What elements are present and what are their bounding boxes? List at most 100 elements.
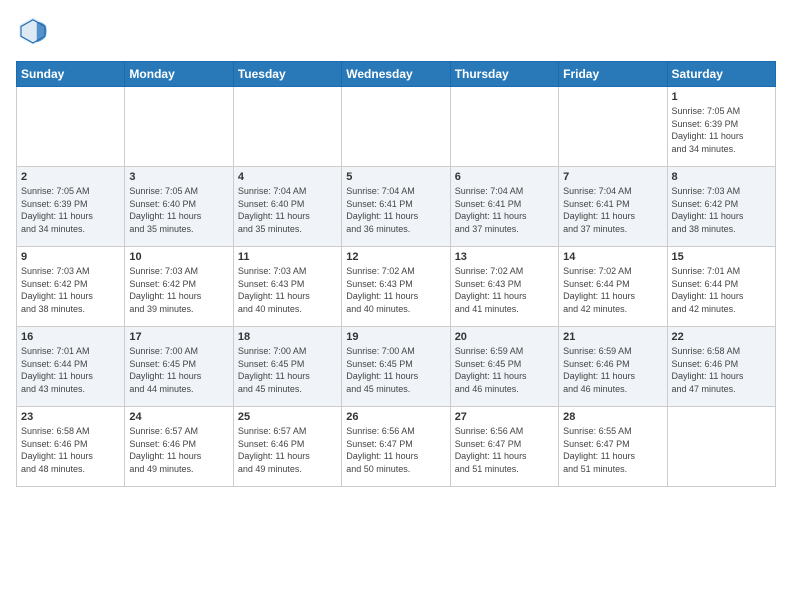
calendar-cell: 4 Sunrise: 7:04 AM Sunset: 6:40 PM Daylig…: [233, 167, 341, 247]
calendar-cell: 12 Sunrise: 7:02 AM Sunset: 6:43 PM Dayli…: [342, 247, 450, 327]
calendar-cell: 19 Sunrise: 7:00 AM Sunset: 6:45 PM Dayli…: [342, 327, 450, 407]
day-number: 16: [21, 331, 120, 343]
day-header-sunday: Sunday: [17, 62, 125, 87]
calendar-cell: 26 Sunrise: 6:56 AM Sunset: 6:47 PM Dayli…: [342, 407, 450, 487]
day-number: 5: [346, 171, 445, 183]
calendar-cell: 21 Sunrise: 6:59 AM Sunset: 6:46 PM Dayli…: [559, 327, 667, 407]
day-number: 6: [455, 171, 554, 183]
calendar-week-row: 9 Sunrise: 7:03 AM Sunset: 6:42 PM Daylig…: [17, 247, 776, 327]
calendar-cell: 1 Sunrise: 7:05 AM Sunset: 6:39 PM Daylig…: [667, 87, 775, 167]
calendar-cell: 17 Sunrise: 7:00 AM Sunset: 6:45 PM Dayli…: [125, 327, 233, 407]
calendar-cell: 10 Sunrise: 7:03 AM Sunset: 6:42 PM Dayli…: [125, 247, 233, 327]
day-number: 27: [455, 411, 554, 423]
day-header-friday: Friday: [559, 62, 667, 87]
calendar-cell: [17, 87, 125, 167]
calendar-cell: 3Sunrise: 7:05 AM Sunset: 6:40 PM Daylig…: [125, 167, 233, 247]
day-info: Sunrise: 7:04 AM Sunset: 6:41 PM Dayligh…: [346, 185, 445, 235]
calendar-cell: 9 Sunrise: 7:03 AM Sunset: 6:42 PM Daylig…: [17, 247, 125, 327]
calendar-cell: 25 Sunrise: 6:57 AM Sunset: 6:46 PM Dayli…: [233, 407, 341, 487]
calendar-week-row: 23 Sunrise: 6:58 AM Sunset: 6:46 PM Dayli…: [17, 407, 776, 487]
day-info: Sunrise: 7:00 AM Sunset: 6:45 PM Dayligh…: [238, 345, 337, 395]
day-number: 26: [346, 411, 445, 423]
day-info: Sunrise: 6:57 AM Sunset: 6:46 PM Dayligh…: [129, 425, 228, 475]
day-header-wednesday: Wednesday: [342, 62, 450, 87]
day-info: Sunrise: 7:03 AM Sunset: 6:42 PM Dayligh…: [21, 265, 120, 315]
day-info: Sunrise: 6:58 AM Sunset: 6:46 PM Dayligh…: [672, 345, 771, 395]
calendar-week-row: 1 Sunrise: 7:05 AM Sunset: 6:39 PM Daylig…: [17, 87, 776, 167]
day-number: 12: [346, 251, 445, 263]
calendar-table: SundayMondayTuesdayWednesdayThursdayFrid…: [16, 61, 776, 487]
day-number: 13: [455, 251, 554, 263]
calendar-cell: 28 Sunrise: 6:55 AM Sunset: 6:47 PM Dayli…: [559, 407, 667, 487]
calendar-cell: 23 Sunrise: 6:58 AM Sunset: 6:46 PM Dayli…: [17, 407, 125, 487]
calendar-cell: 20Sunrise: 6:59 AM Sunset: 6:45 PM Dayli…: [450, 327, 558, 407]
day-header-saturday: Saturday: [667, 62, 775, 87]
calendar-cell: [342, 87, 450, 167]
calendar-cell: 8 Sunrise: 7:03 AM Sunset: 6:42 PM Daylig…: [667, 167, 775, 247]
day-header-tuesday: Tuesday: [233, 62, 341, 87]
day-number: 7: [563, 171, 662, 183]
day-number: 23: [21, 411, 120, 423]
day-info: Sunrise: 6:59 AM Sunset: 6:46 PM Dayligh…: [563, 345, 662, 395]
day-number: 22: [672, 331, 771, 343]
calendar-cell: [559, 87, 667, 167]
day-number: 25: [238, 411, 337, 423]
day-info: Sunrise: 7:01 AM Sunset: 6:44 PM Dayligh…: [21, 345, 120, 395]
day-info: Sunrise: 7:04 AM Sunset: 6:41 PM Dayligh…: [455, 185, 554, 235]
calendar-week-row: 2Sunrise: 7:05 AM Sunset: 6:39 PM Daylig…: [17, 167, 776, 247]
day-number: 10: [129, 251, 228, 263]
day-info: Sunrise: 6:55 AM Sunset: 6:47 PM Dayligh…: [563, 425, 662, 475]
calendar-cell: [667, 407, 775, 487]
day-header-thursday: Thursday: [450, 62, 558, 87]
calendar-cell: [233, 87, 341, 167]
calendar-header-row: SundayMondayTuesdayWednesdayThursdayFrid…: [17, 62, 776, 87]
day-info: Sunrise: 7:03 AM Sunset: 6:43 PM Dayligh…: [238, 265, 337, 315]
day-number: 1: [672, 91, 771, 103]
calendar-cell: 22 Sunrise: 6:58 AM Sunset: 6:46 PM Dayli…: [667, 327, 775, 407]
day-info: Sunrise: 7:05 AM Sunset: 6:39 PM Dayligh…: [21, 185, 120, 235]
day-info: Sunrise: 6:57 AM Sunset: 6:46 PM Dayligh…: [238, 425, 337, 475]
calendar-cell: 18 Sunrise: 7:00 AM Sunset: 6:45 PM Dayli…: [233, 327, 341, 407]
day-number: 4: [238, 171, 337, 183]
day-number: 18: [238, 331, 337, 343]
day-info: Sunrise: 7:02 AM Sunset: 6:44 PM Dayligh…: [563, 265, 662, 315]
day-info: Sunrise: 6:58 AM Sunset: 6:46 PM Dayligh…: [21, 425, 120, 475]
day-number: 9: [21, 251, 120, 263]
logo-icon: [18, 16, 48, 46]
calendar-cell: 7 Sunrise: 7:04 AM Sunset: 6:41 PM Daylig…: [559, 167, 667, 247]
day-number: 24: [129, 411, 228, 423]
day-info: Sunrise: 7:01 AM Sunset: 6:44 PM Dayligh…: [672, 265, 771, 315]
calendar-cell: 5 Sunrise: 7:04 AM Sunset: 6:41 PM Daylig…: [342, 167, 450, 247]
day-number: 8: [672, 171, 771, 183]
calendar-cell: 11Sunrise: 7:03 AM Sunset: 6:43 PM Dayli…: [233, 247, 341, 327]
day-number: 28: [563, 411, 662, 423]
calendar-cell: 14Sunrise: 7:02 AM Sunset: 6:44 PM Dayli…: [559, 247, 667, 327]
day-info: Sunrise: 7:00 AM Sunset: 6:45 PM Dayligh…: [129, 345, 228, 395]
calendar-cell: 16 Sunrise: 7:01 AM Sunset: 6:44 PM Dayli…: [17, 327, 125, 407]
day-number: 20: [455, 331, 554, 343]
calendar-cell: 2Sunrise: 7:05 AM Sunset: 6:39 PM Daylig…: [17, 167, 125, 247]
day-number: 3: [129, 171, 228, 183]
calendar-week-row: 16 Sunrise: 7:01 AM Sunset: 6:44 PM Dayli…: [17, 327, 776, 407]
day-info: Sunrise: 7:03 AM Sunset: 6:42 PM Dayligh…: [672, 185, 771, 235]
day-info: Sunrise: 7:05 AM Sunset: 6:39 PM Dayligh…: [672, 105, 771, 155]
calendar-cell: 27Sunrise: 6:56 AM Sunset: 6:47 PM Dayli…: [450, 407, 558, 487]
day-info: Sunrise: 7:02 AM Sunset: 6:43 PM Dayligh…: [346, 265, 445, 315]
day-info: Sunrise: 7:00 AM Sunset: 6:45 PM Dayligh…: [346, 345, 445, 395]
page-header: [16, 16, 776, 51]
calendar-cell: [450, 87, 558, 167]
calendar-cell: 15 Sunrise: 7:01 AM Sunset: 6:44 PM Dayli…: [667, 247, 775, 327]
calendar-cell: 6 Sunrise: 7:04 AM Sunset: 6:41 PM Daylig…: [450, 167, 558, 247]
logo: [16, 16, 52, 51]
day-info: Sunrise: 6:56 AM Sunset: 6:47 PM Dayligh…: [346, 425, 445, 475]
day-info: Sunrise: 7:03 AM Sunset: 6:42 PM Dayligh…: [129, 265, 228, 315]
day-number: 17: [129, 331, 228, 343]
day-header-monday: Monday: [125, 62, 233, 87]
day-number: 15: [672, 251, 771, 263]
calendar-cell: 24 Sunrise: 6:57 AM Sunset: 6:46 PM Dayli…: [125, 407, 233, 487]
day-number: 19: [346, 331, 445, 343]
calendar-cell: [125, 87, 233, 167]
day-number: 21: [563, 331, 662, 343]
day-info: Sunrise: 7:04 AM Sunset: 6:40 PM Dayligh…: [238, 185, 337, 235]
day-info: Sunrise: 7:04 AM Sunset: 6:41 PM Dayligh…: [563, 185, 662, 235]
